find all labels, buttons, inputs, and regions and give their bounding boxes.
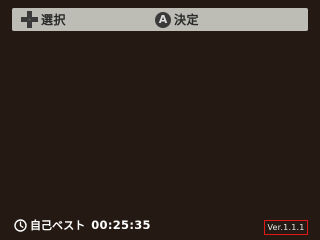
select-label: 選択 [41, 13, 67, 27]
confirm-hint: A 決定 [155, 8, 199, 31]
version-label: Ver.1.1.1 [264, 220, 308, 235]
a-button-icon: A [155, 11, 171, 28]
confirm-label: 決定 [174, 13, 200, 27]
button-hint-bar: 選択 A 決定 [12, 8, 308, 31]
clock-icon [14, 218, 27, 232]
select-hint: 選択 [21, 8, 66, 31]
personal-best-time: 00:25:35 [91, 218, 151, 232]
dpad-icon [21, 11, 38, 28]
personal-best: 自己ベスト 00:25:35 [14, 217, 151, 233]
personal-best-label: 自己ベスト [30, 219, 86, 232]
